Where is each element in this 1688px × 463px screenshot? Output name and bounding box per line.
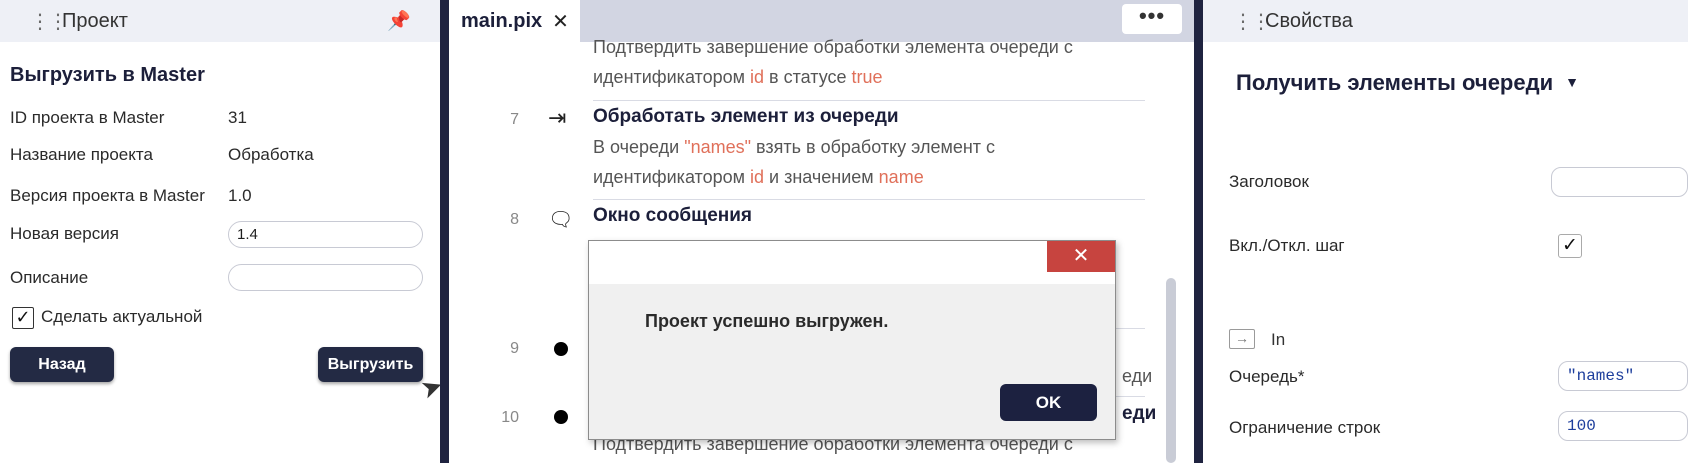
pin-icon[interactable]: 📌 — [387, 9, 411, 33]
dialog-message: Проект успешно выгружен. — [645, 311, 889, 331]
project-id-label: ID проекта в Master — [10, 108, 165, 127]
line-number: 10 — [501, 409, 519, 426]
step-separator — [593, 199, 1145, 200]
step-title[interactable]: еди — [1122, 403, 1156, 425]
section-title: Выгрузить в Master — [10, 64, 205, 86]
description-label: Описание — [10, 268, 89, 287]
step-separator — [593, 100, 1145, 101]
left-divider[interactable] — [440, 0, 449, 463]
project-panel-header: ⋮⋮ Проект — [0, 0, 440, 42]
toggle-step-checkbox[interactable]: ✓ — [1558, 234, 1582, 258]
back-button[interactable]: Назад — [10, 347, 114, 382]
step-description: В очереди "names" взять в обработку элем… — [593, 137, 996, 157]
project-version-label: Версия проекта в Master — [10, 186, 205, 205]
project-panel: ⋮⋮ Проект 📌 Выгрузить в Master ID проект… — [0, 0, 447, 463]
step-description: еди — [1122, 366, 1153, 386]
more-options-button[interactable]: ••• — [1122, 4, 1182, 34]
step-description: идентификатором id и значением name — [593, 167, 924, 187]
description-input[interactable] — [228, 264, 423, 291]
project-name-value: Обработка — [228, 145, 314, 164]
bullet-icon — [554, 410, 568, 424]
line-number: 7 — [510, 111, 519, 128]
tab-label: main.pix — [461, 9, 543, 32]
dialog-close-button[interactable]: ✕ — [1047, 241, 1115, 272]
drag-handle-icon[interactable]: ⋮⋮ — [30, 9, 68, 34]
row-limit-label: Ограничение строк — [1229, 418, 1381, 437]
panel-title: Проект — [62, 9, 128, 32]
toggle-step-label: Вкл./Откл. шаг — [1229, 236, 1345, 255]
step-description: идентификатором id в статусе true — [593, 67, 883, 87]
message-icon: 🗨 — [548, 209, 574, 231]
new-version-label: Новая версия — [10, 224, 119, 243]
right-divider[interactable] — [1194, 0, 1203, 463]
make-current-label: Сделать актуальной — [41, 307, 203, 326]
input-arrow-icon: → — [1229, 329, 1255, 349]
chevron-down-icon[interactable]: ▼ — [1565, 74, 1579, 90]
dialog-titlebar: ✕ — [589, 241, 1115, 284]
properties-panel: ⋮⋮ Свойства Получить элементы очереди ▼ З… — [1203, 0, 1688, 463]
panel-title: Свойства — [1265, 9, 1353, 32]
make-current-checkbox[interactable]: ✓ — [12, 307, 34, 329]
step-title[interactable]: Обработать элемент из очереди — [593, 106, 899, 128]
queue-input[interactable]: "names" — [1558, 361, 1688, 391]
project-id-value: 31 — [228, 108, 247, 127]
drag-handle-icon[interactable]: ⋮⋮ — [1233, 9, 1271, 34]
step-title[interactable]: Окно сообщения — [593, 205, 752, 227]
bullet-icon — [554, 342, 568, 356]
project-version-value: 1.0 — [228, 186, 252, 205]
project-name-label: Название проекта — [10, 145, 153, 164]
in-section-label: In — [1271, 330, 1286, 349]
exit-arrow-icon: ⇥ — [548, 105, 567, 130]
ok-button[interactable]: OK — [1000, 384, 1097, 421]
action-title[interactable]: Получить элементы очереди ▼ — [1236, 70, 1579, 96]
tab-main-pix[interactable]: main.pix ✕ — [449, 0, 580, 42]
queue-label: Очередь* — [1229, 367, 1305, 386]
row-limit-input[interactable]: 100 — [1558, 411, 1688, 441]
line-number: 8 — [510, 211, 519, 228]
step-description: Подтвердить завершение обработки элемент… — [593, 37, 1073, 57]
message-dialog: ✕ Проект успешно выгружен. OK — [588, 240, 1116, 440]
vertical-scrollbar[interactable] — [1166, 278, 1176, 463]
upload-button[interactable]: Выгрузить — [318, 347, 423, 382]
line-number: 9 — [510, 340, 519, 357]
properties-panel-header: ⋮⋮ Свойства — [1203, 0, 1688, 42]
header-label: Заголовок — [1229, 172, 1309, 191]
close-icon[interactable]: ✕ — [552, 9, 569, 34]
header-input[interactable] — [1551, 167, 1688, 197]
new-version-input[interactable]: 1.4 — [228, 221, 423, 248]
